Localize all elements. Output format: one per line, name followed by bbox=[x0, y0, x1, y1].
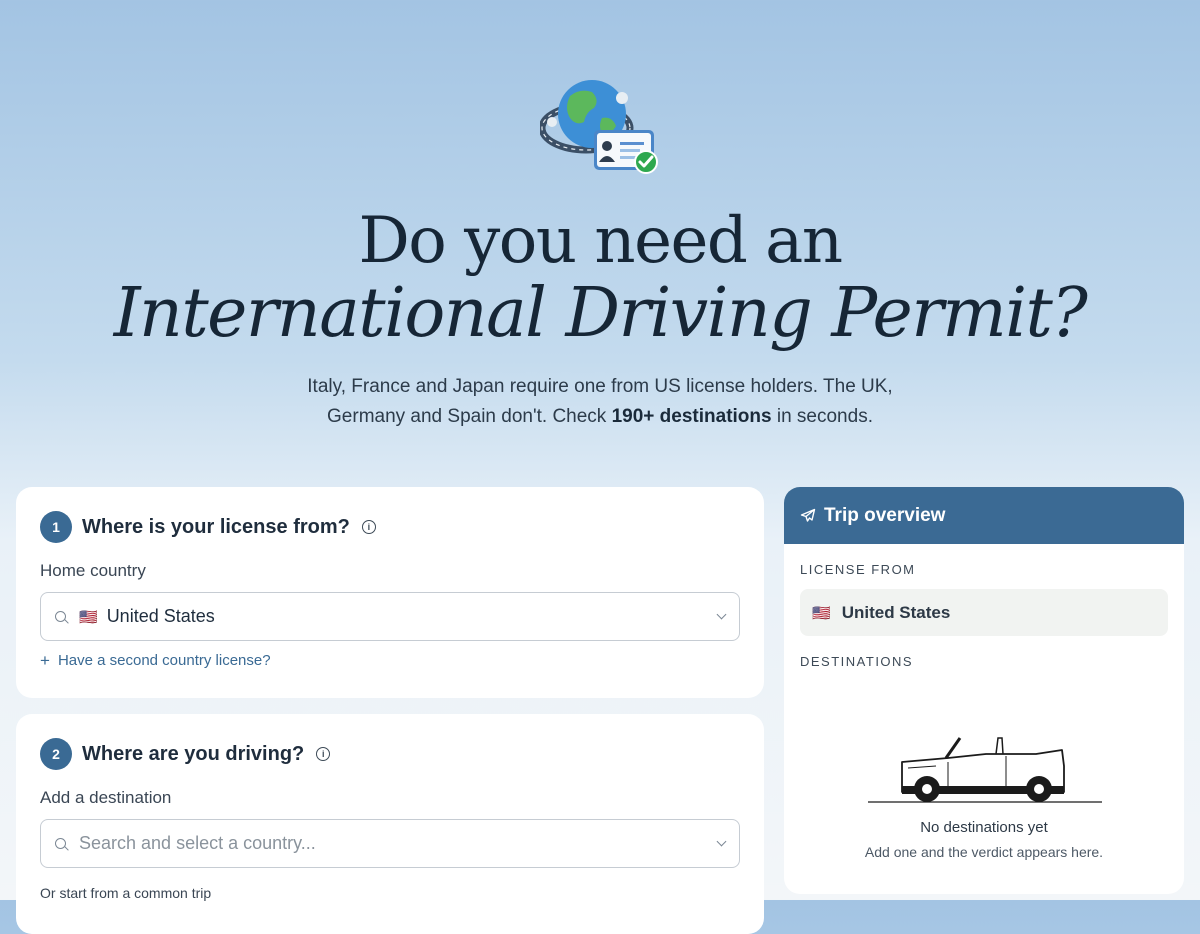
trip-overview-header: Trip overview bbox=[784, 487, 1184, 544]
search-icon bbox=[55, 837, 67, 850]
license-from-value: United States bbox=[841, 602, 951, 622]
add-second-license-label: Have a second country license? bbox=[57, 652, 271, 669]
home-country-value: United States bbox=[106, 606, 215, 626]
info-icon[interactable]: i bbox=[316, 747, 331, 761]
us-flag-icon: 🇺🇸 bbox=[812, 604, 832, 622]
plus-icon: + bbox=[40, 651, 50, 670]
home-country-label: Home country bbox=[40, 561, 146, 580]
license-from-value-box: 🇺🇸 United States bbox=[800, 589, 1168, 636]
destinations-label: DESTINATIONS bbox=[800, 654, 914, 669]
chevron-down-icon bbox=[716, 836, 727, 847]
step-1-header: 1 Where is your license from? i bbox=[40, 511, 376, 543]
subtitle-destinations-count: 190+ destinations bbox=[611, 406, 772, 427]
destination-label: Add a destination bbox=[40, 788, 172, 807]
add-second-license-link[interactable]: + Have a second country license? bbox=[40, 652, 271, 669]
empty-destinations-title: No destinations yet bbox=[920, 819, 1048, 836]
destination-placeholder: Search and select a country... bbox=[79, 833, 316, 853]
step-1-number: 1 bbox=[40, 511, 72, 543]
step-2-number: 2 bbox=[40, 738, 72, 770]
empty-destinations-subtitle: Add one and the verdict appears here. bbox=[864, 844, 1104, 860]
common-trip-label: Or start from a common trip bbox=[40, 885, 212, 901]
us-flag-icon: 🇺🇸 bbox=[79, 608, 99, 626]
search-icon bbox=[55, 610, 67, 623]
step-2-header: 2 Where are you driving? i bbox=[40, 738, 331, 770]
info-icon[interactable]: i bbox=[361, 520, 376, 534]
subtitle-text-2: in seconds. bbox=[771, 406, 873, 427]
trip-overview-panel: Trip overview LICENSE FROM 🇺🇸 United Sta… bbox=[784, 487, 1184, 894]
page-title: Do you need an International Driving Per… bbox=[0, 205, 1200, 351]
trip-overview-title: Trip overview bbox=[824, 504, 946, 526]
plane-icon bbox=[800, 508, 816, 522]
chevron-down-icon bbox=[716, 609, 727, 620]
car-illustration-icon bbox=[868, 737, 1102, 803]
hero-subtitle: Italy, France and Japan require one from… bbox=[300, 372, 900, 432]
destination-card: 2 Where are you driving? i Add a destina… bbox=[16, 714, 764, 934]
step-1-title: Where is your license from? bbox=[82, 515, 350, 538]
hero-section: Do you need an International Driving Per… bbox=[0, 0, 1200, 480]
license-origin-card: 1 Where is your license from? i Home cou… bbox=[16, 487, 764, 698]
license-from-label: LICENSE FROM bbox=[800, 562, 916, 577]
globe-license-icon bbox=[540, 80, 658, 174]
home-country-select[interactable]: 🇺🇸 United States bbox=[40, 592, 740, 641]
destination-search-select[interactable]: Search and select a country... bbox=[40, 819, 740, 868]
step-2-title: Where are you driving? bbox=[82, 742, 305, 765]
title-line-1: Do you need an bbox=[358, 204, 843, 278]
title-line-2: International Driving Permit? bbox=[113, 274, 1088, 353]
